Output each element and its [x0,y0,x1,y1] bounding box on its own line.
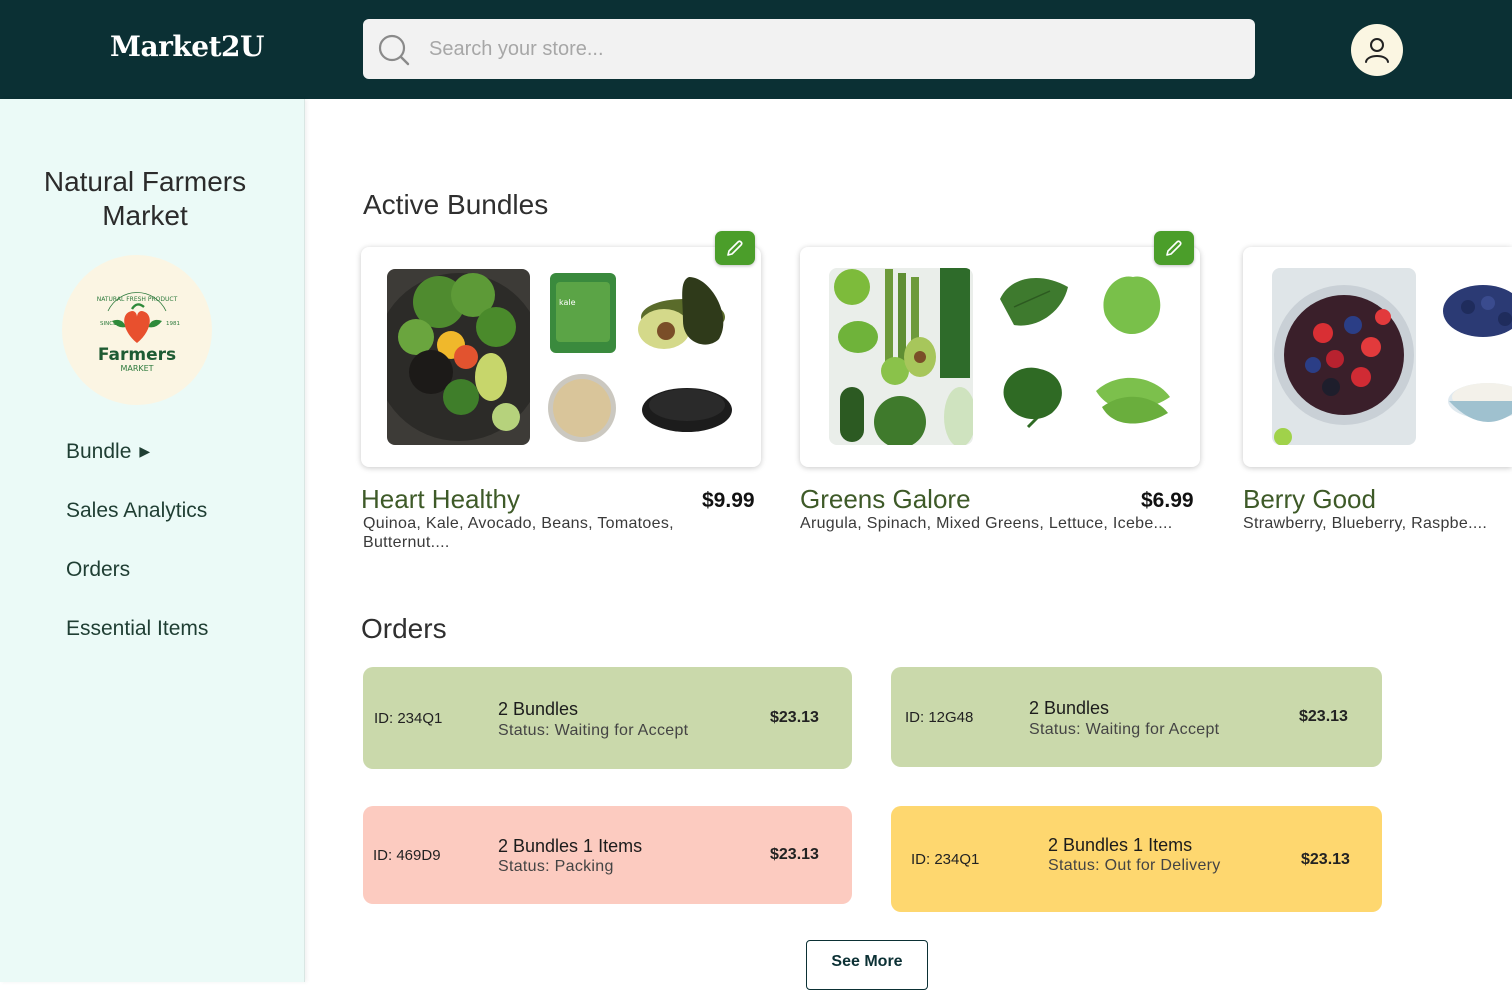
logo-year-text: 1981 [166,321,180,327]
order-price: $23.13 [770,709,819,726]
sidebar-item-bundle[interactable]: Bundle ▶ [66,440,150,464]
order-price: $23.13 [1299,708,1348,725]
logo-brand-text: Farmers [98,345,176,365]
search-icon [378,34,410,66]
bundle-card-greens-galore[interactable] [800,231,1200,467]
order-card[interactable]: ID: 234Q1 2 Bundles 1 Items Status: Out … [891,806,1382,912]
order-card[interactable]: ID: 469D9 2 Bundles 1 Items Status: Pack… [363,806,852,904]
bundle-description: Strawberry, Blueberry, Raspbe.... [1243,515,1488,532]
see-more-button[interactable]: See More [806,940,928,990]
bundle-price: $6.99 [1141,489,1194,512]
edit-bundle-button[interactable] [1154,231,1194,265]
triangle-right-icon: ▶ [139,443,151,459]
orders-heading: Orders [361,613,447,644]
sidebar-item-orders[interactable]: Orders [66,558,130,582]
order-price: $23.13 [1301,851,1350,868]
logo-sub-text: MARKET [120,364,153,373]
app-logo[interactable]: Market2U [110,30,264,63]
store-logo: NATURAL FRESH PRODUCT SINCE 1981 Farmers… [62,255,212,405]
user-icon [1365,38,1389,63]
order-id: ID: 12G48 [905,709,974,726]
order-card[interactable]: ID: 234Q1 2 Bundles Status: Waiting for … [363,667,852,769]
order-id: ID: 469D9 [373,847,441,864]
bundle-price: $9.99 [702,489,755,512]
sidebar-item-label: Bundle [66,440,132,463]
search-bar[interactable] [363,19,1255,79]
order-title: 2 Bundles 1 Items [1048,835,1193,855]
order-id: ID: 234Q1 [911,851,980,868]
search-input[interactable] [429,19,1229,79]
bundle-name[interactable]: Greens Galore [800,484,971,515]
sidebar-item-essential-items[interactable]: Essential Items [66,617,208,641]
bundle-name[interactable]: Heart Healthy [361,484,520,515]
bundle-image-heart-healthy: kale [387,269,732,445]
order-status: Status: Packing [498,858,614,875]
order-status: Status: Out for Delivery [1048,857,1221,874]
bundle-card-heart-healthy[interactable]: kale [361,231,761,467]
bundle-image-greens-galore [829,268,1170,445]
order-status: Status: Waiting for Accept [1029,721,1220,738]
pencil-icon [1166,240,1182,256]
edit-bundle-button[interactable] [715,231,755,265]
sidebar-item-sales-analytics[interactable]: Sales Analytics [66,499,207,523]
top-header: Market2U [0,0,1512,99]
order-title: 2 Bundles [498,699,579,719]
logo-top-text: NATURAL FRESH PRODUCT [97,296,178,303]
user-avatar-button[interactable] [1351,24,1403,76]
bundle-card-berry-good[interactable] [1243,247,1512,467]
pencil-icon [727,240,743,256]
order-status: Status: Waiting for Accept [498,722,689,739]
order-title: 2 Bundles [1029,698,1110,718]
farmers-market-logo-image: NATURAL FRESH PRODUCT SINCE 1981 Farmers… [97,292,180,373]
bundle-description: Arugula, Spinach, Mixed Greens, Lettuce,… [800,515,1173,532]
sidebar: Natural Farmers Market NATURAL FRESH PRO… [0,99,305,982]
order-price: $23.13 [770,846,819,863]
bundle-image-berry-good [1272,268,1512,445]
bundle-description: Quinoa, Kale, Avocado, Beans, Tomatoes, … [363,515,674,551]
order-id: ID: 234Q1 [374,710,443,727]
bundle-name[interactable]: Berry Good [1243,484,1376,515]
order-title: 2 Bundles 1 Items [498,836,643,856]
store-name: Natural Farmers Market [43,166,247,231]
order-card[interactable]: ID: 12G48 2 Bundles Status: Waiting for … [891,667,1382,767]
kale-pack-label: kale [559,298,576,307]
active-bundles-heading: Active Bundles [363,189,549,220]
